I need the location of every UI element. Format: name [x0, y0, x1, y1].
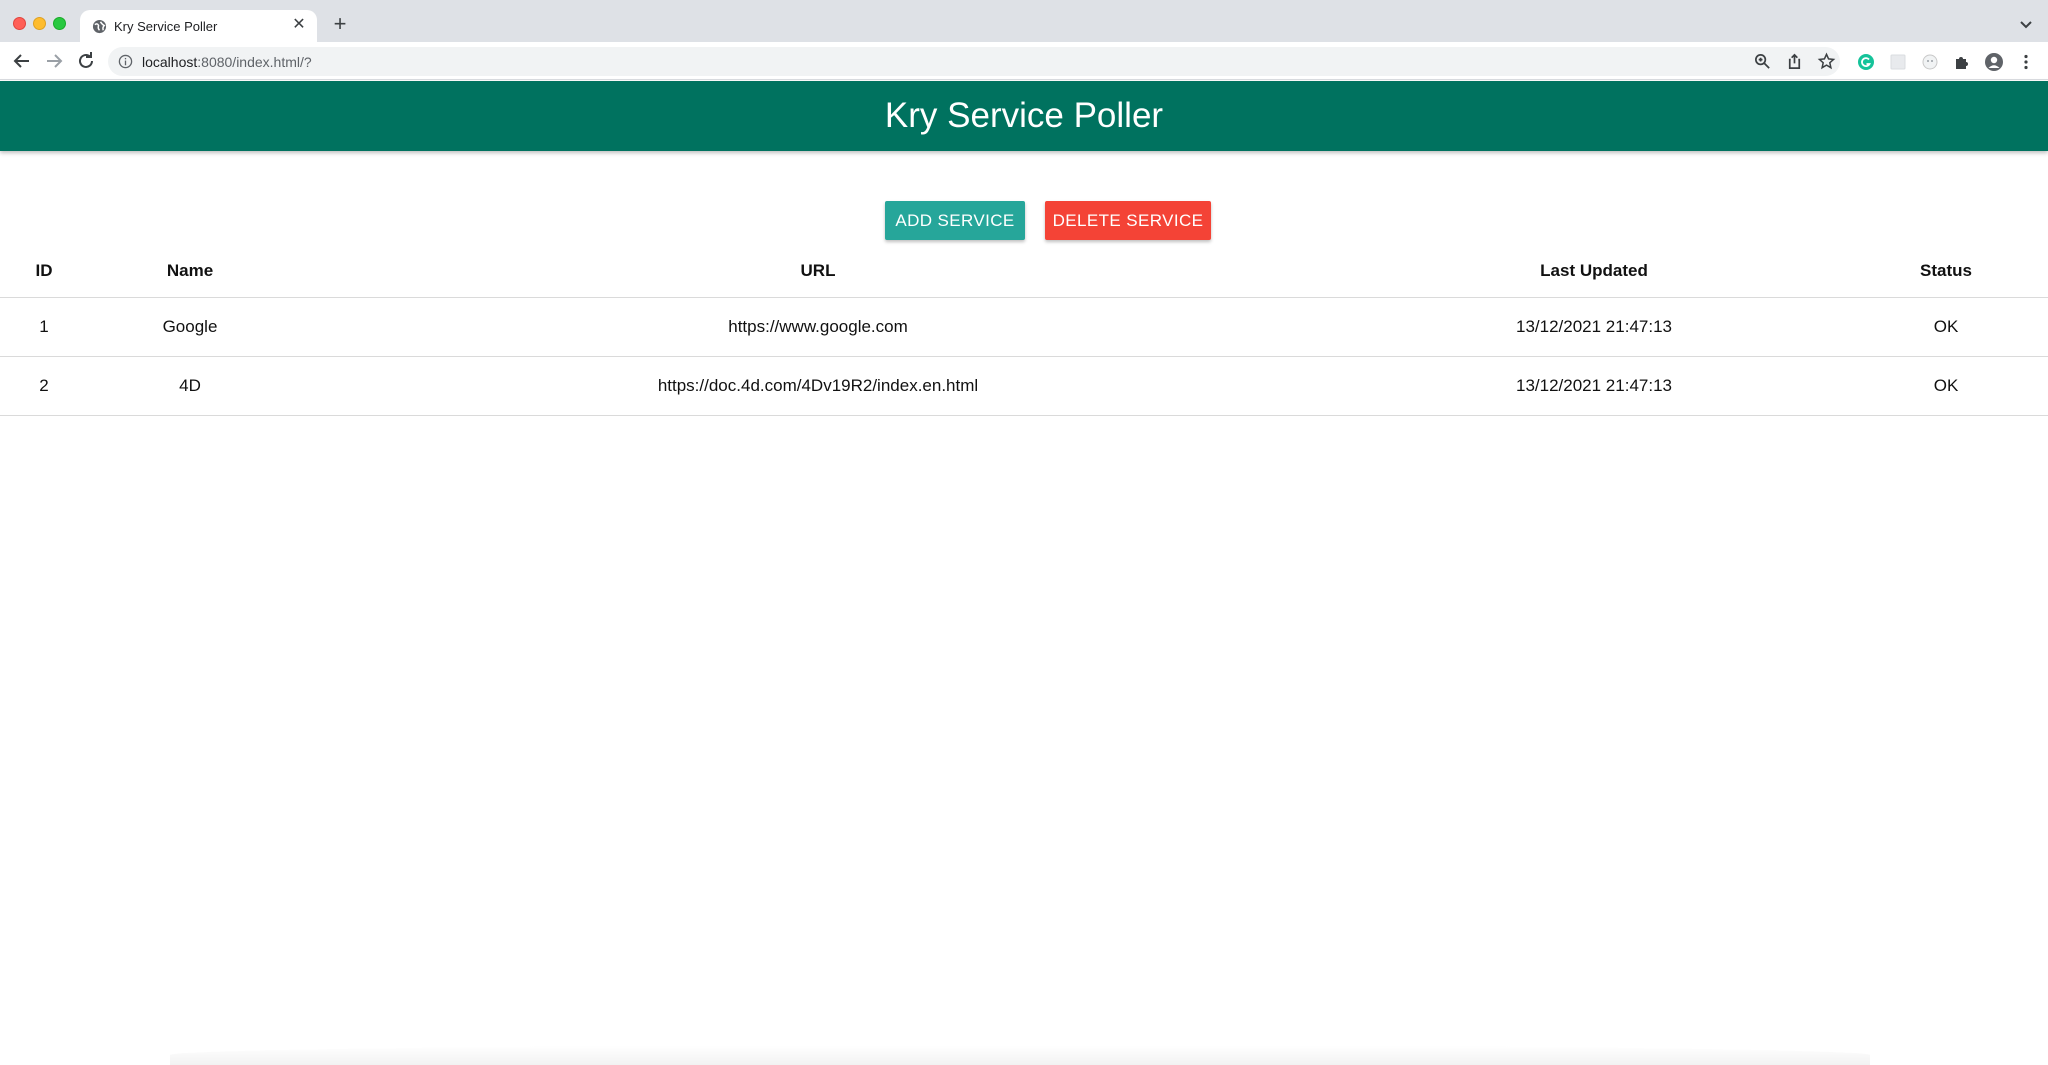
info-icon[interactable]	[118, 54, 133, 69]
puzzle-icon[interactable]	[1952, 52, 1972, 72]
url-path: :8080/index.html/?	[197, 54, 312, 70]
grammarly-icon[interactable]	[1856, 52, 1876, 72]
column-header-last-updated: Last Updated	[1540, 260, 1648, 280]
add-service-button[interactable]: ADD SERVICE	[885, 201, 1025, 240]
browser-tab[interactable]: Kry Service Poller ✕	[80, 10, 317, 42]
cell-status: OK	[1933, 317, 1959, 336]
window-maximize-button[interactable]	[53, 17, 66, 30]
app-header: Kry Service Poller	[0, 81, 2048, 151]
browser-tab-strip: Kry Service Poller ✕ +	[0, 0, 2048, 42]
kebab-menu-icon[interactable]	[2016, 52, 2036, 72]
star-icon[interactable]	[1817, 52, 1836, 71]
browser-toolbar: localhost:8080/index.html/?	[0, 42, 2048, 80]
page-title: Kry Service Poller	[884, 96, 1164, 135]
table-header-row: ID Name URL Last Updated Status	[0, 244, 2048, 298]
cell-url: https://www.google.com	[728, 317, 908, 336]
extension-icon[interactable]	[1888, 52, 1908, 72]
table-row[interactable]: 1 Google https://www.google.com 13/12/20…	[0, 298, 2048, 357]
cell-id: 2	[39, 376, 49, 395]
cell-name: Google	[162, 317, 218, 336]
chevron-down-icon[interactable]	[2016, 14, 2036, 34]
page-bottom-shadow	[170, 1045, 1870, 1065]
profile-icon[interactable]	[1984, 52, 2004, 72]
window-close-button[interactable]	[13, 17, 26, 30]
share-icon[interactable]	[1785, 52, 1804, 71]
cell-url: https://doc.4d.com/4Dv19R2/index.en.html	[657, 376, 979, 395]
cell-status: OK	[1933, 376, 1959, 395]
table-row[interactable]: 2 4D https://doc.4d.com/4Dv19R2/index.en…	[0, 357, 2048, 416]
services-table: ID Name URL Last Updated Status 1 Google…	[0, 244, 2048, 416]
url-text[interactable]: localhost:8080/index.html/?	[142, 54, 312, 70]
address-bar[interactable]: localhost:8080/index.html/?	[108, 47, 1840, 76]
column-header-name: Name	[166, 260, 214, 280]
back-arrow-icon[interactable]	[10, 49, 34, 73]
column-header-url: URL	[800, 260, 836, 280]
cell-last-updated: 13/12/2021 21:47:13	[1516, 317, 1672, 336]
close-icon[interactable]: ✕	[289, 15, 309, 35]
globe-icon	[92, 19, 107, 34]
column-header-status: Status	[1920, 260, 1972, 280]
zoom-icon[interactable]	[1753, 52, 1772, 71]
cell-last-updated: 13/12/2021 21:47:13	[1516, 376, 1672, 395]
url-host: localhost	[142, 54, 198, 70]
extension-icon[interactable]	[1920, 52, 1940, 72]
reload-icon[interactable]	[74, 49, 98, 73]
tab-title: Kry Service Poller	[114, 19, 218, 34]
cell-name: 4D	[179, 376, 201, 395]
cell-id: 1	[39, 317, 49, 336]
column-header-id: ID	[35, 260, 53, 280]
plus-icon[interactable]: +	[328, 13, 352, 37]
forward-arrow-icon[interactable]	[42, 49, 66, 73]
delete-service-button[interactable]: DELETE SERVICE	[1045, 201, 1211, 240]
window-minimize-button[interactable]	[33, 17, 46, 30]
